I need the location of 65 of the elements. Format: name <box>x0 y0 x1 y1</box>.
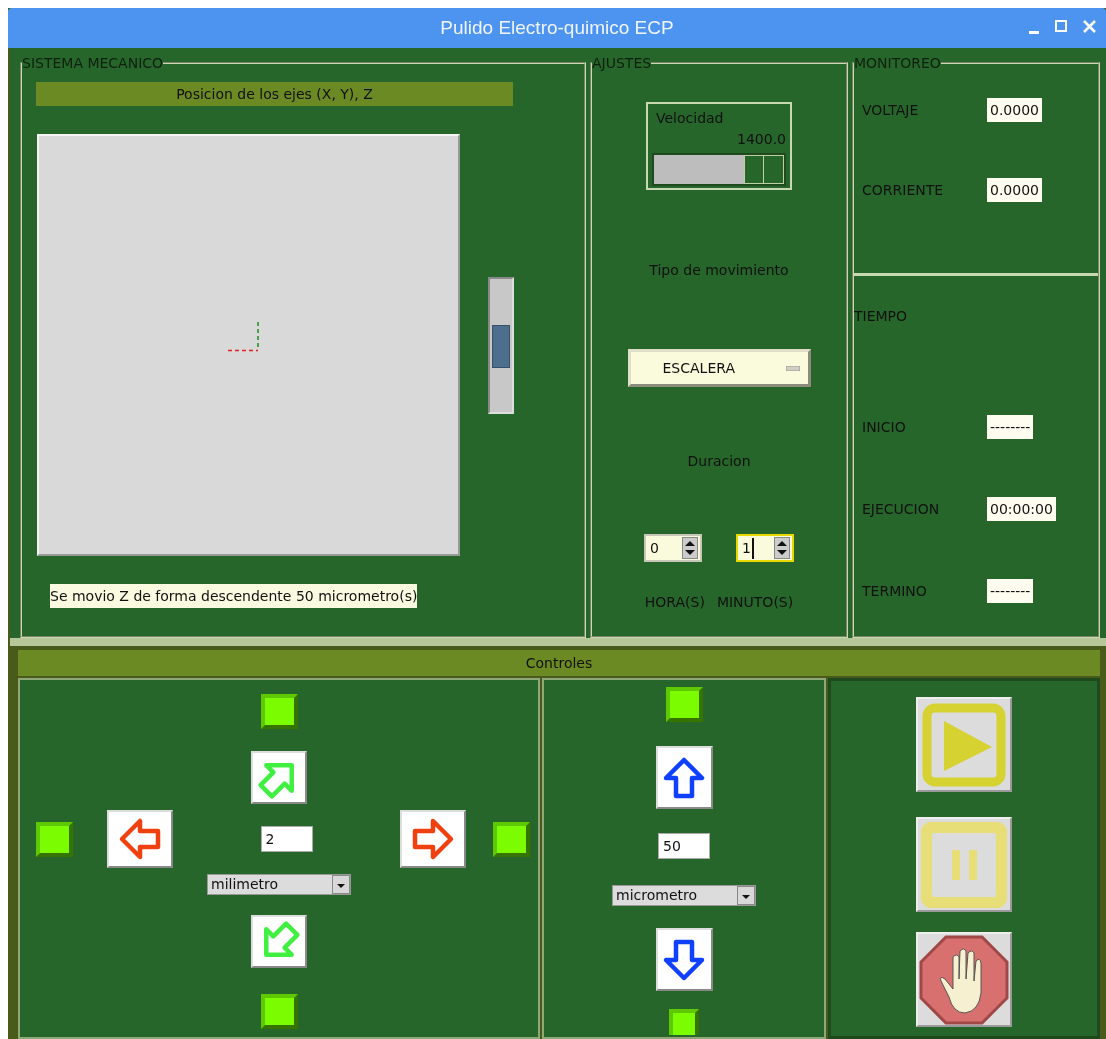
play-button[interactable] <box>916 697 1012 792</box>
time-value: 00:00:00 <box>987 497 1056 521</box>
indicator-light <box>36 821 73 857</box>
option-indicator-icon <box>785 365 800 371</box>
time-value: -------- <box>987 579 1034 603</box>
indicator-light <box>493 821 530 857</box>
duration-label: Duracion <box>687 452 751 471</box>
down-button[interactable] <box>655 928 713 991</box>
speed-label: Velocidad <box>656 109 724 128</box>
pause-button[interactable] <box>916 817 1012 912</box>
up-arrow-icon <box>662 755 706 800</box>
spin-box[interactable]: 0 <box>644 534 702 562</box>
xy-unit-select[interactable]: milimetro <box>207 874 351 895</box>
window-title: Pulido Electro-quimico ECP <box>440 15 674 40</box>
group-title: AJUSTES <box>592 56 652 70</box>
time-label: TERMINO <box>862 581 928 601</box>
spin-arrows-icon[interactable] <box>682 537 698 559</box>
indicator-light <box>260 694 298 729</box>
speed-slider[interactable] <box>652 153 786 186</box>
play-icon <box>922 702 1006 787</box>
position-label: Posicion de los ejes (X, Y), Z <box>36 82 513 106</box>
scale-thumb[interactable] <box>492 324 510 368</box>
diagonal-down-button[interactable] <box>251 915 307 968</box>
group-title: SISTEMA MECANICO <box>22 56 164 70</box>
status-message: Se movio Z de forma descendente 50 micrometro(s) <box>50 584 418 608</box>
down-arrow-icon <box>662 937 706 982</box>
movement-dropdown[interactable]: ESCALERA <box>627 349 811 387</box>
reading-value: 0.0000 <box>987 98 1042 122</box>
slider-thumb[interactable] <box>743 155 784 184</box>
controls-title: Controles <box>525 655 593 671</box>
pause-icon <box>921 821 1007 908</box>
caret-icon <box>737 886 755 905</box>
reading-label: VOLTAJE <box>862 100 920 120</box>
section-title: TIEMPO <box>854 307 909 326</box>
indicator-light <box>669 1009 699 1035</box>
stop-hand-icon <box>919 934 1009 1025</box>
reading-label: CORRIENTE <box>862 180 945 200</box>
movement-label: Tipo de movimiento <box>649 261 789 280</box>
left-arrow-icon <box>118 817 162 861</box>
z-scale[interactable] <box>488 276 514 414</box>
indicator-light <box>260 994 298 1029</box>
z-unit-select[interactable]: micrometro <box>612 885 756 906</box>
right-arrow-icon <box>411 817 455 861</box>
caret-icon <box>332 875 350 894</box>
reading-value: 0.0000 <box>987 178 1042 202</box>
group-title: MONITOREO <box>854 56 941 70</box>
left-button[interactable] <box>107 810 173 868</box>
speed-reading: 1400.0 <box>737 130 786 149</box>
spin-unit-label: MINUTO(S) <box>716 593 794 612</box>
maximize-icon[interactable] <box>1055 20 1067 32</box>
close-icon[interactable] <box>1083 20 1096 33</box>
indicator-light <box>665 687 703 722</box>
spin-unit-label: HORA(S) <box>644 593 705 612</box>
time-label: INICIO <box>862 417 907 437</box>
right-button[interactable] <box>400 810 466 868</box>
axes-marker-drawing <box>227 322 260 352</box>
stop-button[interactable] <box>916 932 1012 1027</box>
time-label: EJECUCION <box>862 499 941 519</box>
xy-step-field[interactable]: 2 <box>260 826 313 852</box>
up-button[interactable] <box>655 746 713 809</box>
time-value: -------- <box>987 415 1034 439</box>
z-step-field[interactable]: 50 <box>658 833 710 859</box>
diagonal-up-button[interactable] <box>251 751 307 804</box>
spin-arrows-icon[interactable] <box>774 537 790 559</box>
spin-box[interactable]: 1 <box>736 534 794 562</box>
